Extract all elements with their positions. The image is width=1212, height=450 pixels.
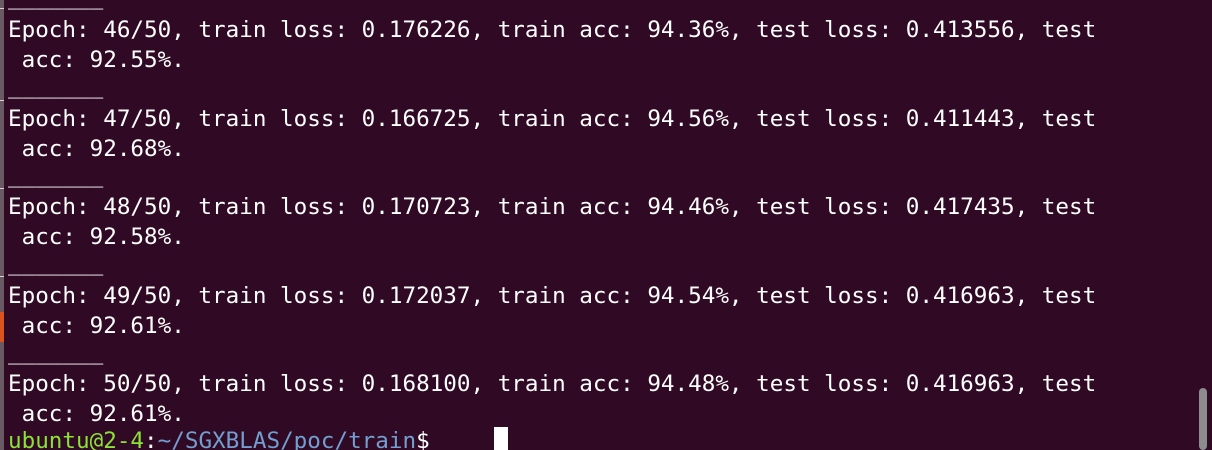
terminal-window[interactable]: _______ Epoch: 46/50, train loss: 0.1762… [0, 0, 1212, 450]
separator-line: _______ [8, 162, 104, 188]
epoch-line-continuation: acc: 92.61%. [8, 401, 185, 427]
separator-line: _______ [8, 339, 104, 365]
separator-line: _______ [8, 0, 103, 12]
prompt-path: ~/SGXBLAS/poc/train [157, 428, 417, 450]
epoch-line: Epoch: 47/50, train loss: 0.166725, trai… [8, 106, 1097, 132]
text-cursor[interactable] [494, 427, 508, 450]
epoch-line: Epoch: 50/50, train loss: 0.168100, trai… [8, 371, 1097, 397]
left-edge-strip [0, 0, 4, 450]
prompt-user-host: ubuntu@2-4 [8, 428, 145, 450]
vertical-scrollbar[interactable] [1199, 0, 1207, 450]
separator-line: _______ [8, 250, 104, 276]
shell-prompt[interactable]: ubuntu@2-4:~/SGXBLAS/poc/train$ [8, 426, 443, 450]
scrollbar-thumb[interactable] [1199, 388, 1207, 450]
epoch-line: Epoch: 46/50, train loss: 0.176226, trai… [8, 17, 1097, 43]
epoch-line: Epoch: 48/50, train loss: 0.170723, trai… [8, 194, 1097, 220]
epoch-line: Epoch: 49/50, train loss: 0.172037, trai… [8, 283, 1097, 309]
prompt-separator: : [144, 428, 158, 450]
prompt-symbol: $ [416, 428, 444, 450]
separator-line: _______ [8, 73, 104, 99]
window-edge-highlight [0, 312, 4, 342]
